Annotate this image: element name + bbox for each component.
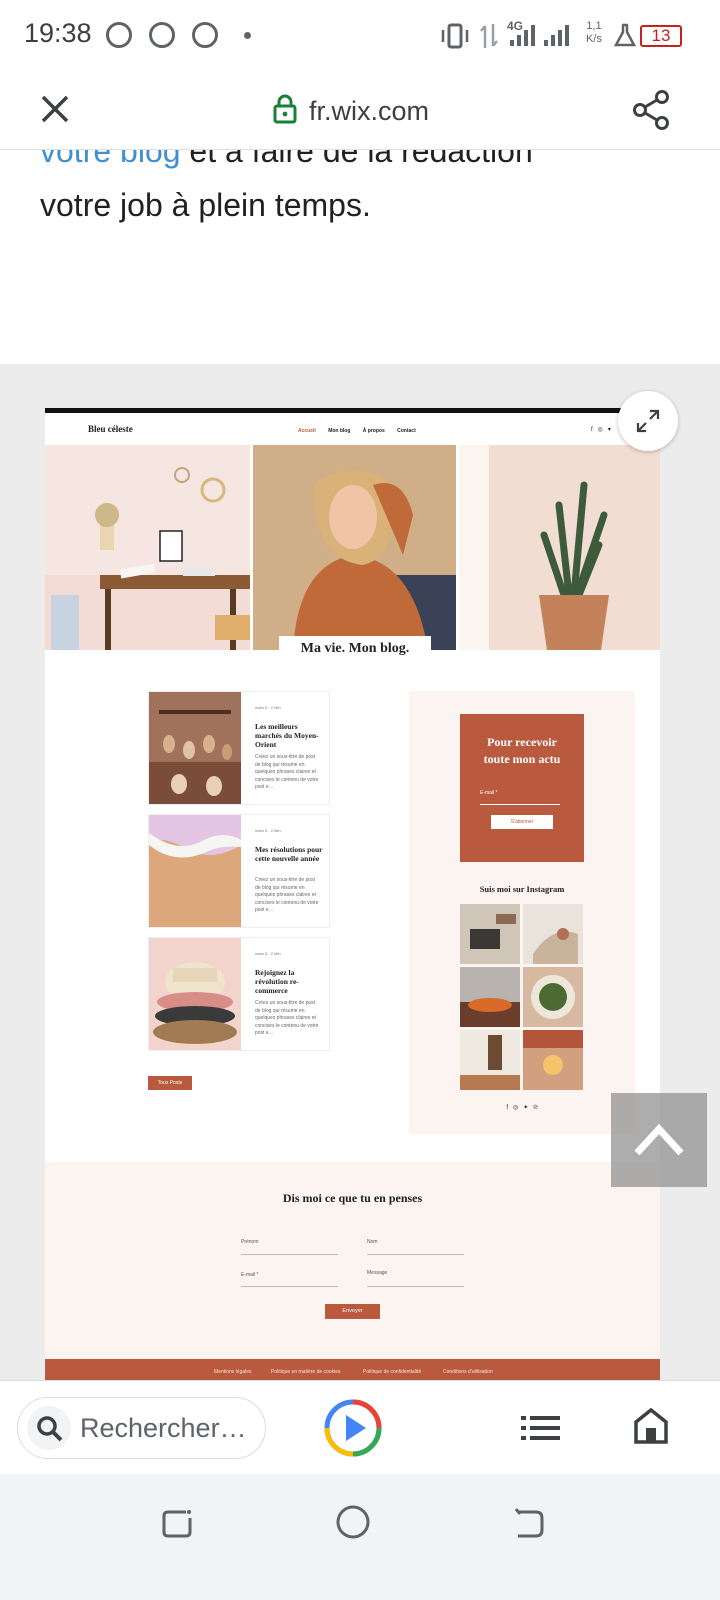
notification-app-icon bbox=[106, 22, 132, 48]
article-line-2: votre job à plein temps. bbox=[40, 187, 371, 223]
status-time: 19:38 bbox=[24, 18, 92, 48]
instagram-photo[interactable] bbox=[523, 904, 583, 964]
hero-photo-plant bbox=[459, 445, 660, 650]
post-thumbnail bbox=[149, 938, 241, 1050]
instagram-photo[interactable] bbox=[523, 1030, 583, 1090]
share-icon[interactable] bbox=[631, 89, 671, 131]
list-icon[interactable] bbox=[521, 1414, 561, 1442]
hero-photo-desk bbox=[45, 445, 250, 650]
status-bar: 19:38 4G 1,1 K/s 13 bbox=[0, 0, 720, 72]
home-nav-icon[interactable] bbox=[335, 1504, 371, 1540]
first-name-label: Prénom bbox=[241, 1239, 259, 1245]
browser-url-bar: fr.wix.com bbox=[0, 72, 720, 150]
expand-icon bbox=[636, 409, 660, 433]
site-nav-accueil[interactable]: Accueil bbox=[298, 428, 316, 434]
browser-bottom-bar: Rechercher… bbox=[0, 1380, 720, 1474]
post-thumbnail bbox=[149, 815, 241, 927]
footer-link-legal[interactable]: Mentions légales bbox=[214, 1369, 252, 1375]
blog-post-card[interactable]: mars 5 · 2 Min Mes résolutions pour cett… bbox=[148, 814, 330, 928]
notification-app-icon bbox=[192, 22, 218, 48]
subscribe-email-field[interactable] bbox=[480, 804, 560, 805]
site-nav-blog[interactable]: Mon blog bbox=[328, 428, 350, 434]
instagram-title: Suis moi sur Instagram bbox=[479, 884, 565, 894]
message-label: Message bbox=[367, 1270, 388, 1276]
site-nav-contact[interactable]: Contact bbox=[397, 428, 416, 434]
message-field[interactable] bbox=[367, 1286, 464, 1287]
close-icon[interactable] bbox=[40, 94, 70, 124]
post-thumbnail bbox=[149, 692, 241, 804]
search-icon bbox=[37, 1416, 63, 1442]
instagram-photo[interactable] bbox=[460, 1030, 520, 1090]
network-speed: 1,1 K/s bbox=[586, 20, 602, 45]
search-bar[interactable]: Rechercher… bbox=[17, 1397, 266, 1459]
site-brand[interactable]: Bleu céleste bbox=[88, 424, 133, 434]
instagram-photo[interactable] bbox=[460, 904, 520, 964]
last-name-field[interactable] bbox=[367, 1254, 464, 1255]
lock-icon bbox=[273, 94, 297, 124]
last-name-label: Nom bbox=[367, 1239, 378, 1245]
hero-caption: Ma vie. Mon blog. bbox=[279, 636, 431, 662]
system-navigation-bar bbox=[0, 1474, 720, 1600]
hero-photo-portrait bbox=[253, 445, 456, 650]
email-label: E-mail * bbox=[241, 1272, 259, 1278]
post-title[interactable]: Mes résolutions pour cette nouvelle anné… bbox=[255, 845, 325, 863]
url-domain[interactable]: fr.wix.com bbox=[309, 96, 429, 127]
email-field[interactable] bbox=[241, 1286, 338, 1287]
blog-post-card[interactable]: mars 5 · 2 Min Rejoignez la révolution r… bbox=[148, 937, 330, 1051]
search-placeholder: Rechercher… bbox=[80, 1413, 247, 1443]
sidebar-panel: Pour recevoir toute mon actu E-mail * S'… bbox=[409, 691, 635, 1134]
more-notifications-dot bbox=[244, 32, 251, 39]
post-title[interactable]: Rejoignez la révolution re-commerce bbox=[255, 968, 325, 995]
recent-apps-icon[interactable] bbox=[160, 1506, 194, 1540]
post-title[interactable]: Les meilleurs marchés du Moyen-Orient bbox=[255, 722, 325, 749]
contact-section: Dis moi ce que tu en penses Prénom Nom E… bbox=[45, 1162, 660, 1359]
site-nav-about[interactable]: À propos bbox=[363, 428, 385, 434]
post-excerpt: Créez un sous-titre de post de blog qui … bbox=[255, 1000, 319, 1036]
template-preview[interactable]: Bleu céleste Accueil Mon blog À propos C… bbox=[45, 408, 660, 1380]
footer-link-cookies[interactable]: Politique en matière de cookies bbox=[271, 1369, 341, 1375]
footer-link-privacy[interactable]: Politique de confidentialité bbox=[363, 1369, 421, 1375]
site-nav: Accueil Mon blog À propos Contact bbox=[298, 428, 416, 434]
expand-preview-button[interactable] bbox=[618, 391, 678, 451]
site-social-icons: f ◎ ▾ bbox=[591, 427, 611, 433]
instagram-photo[interactable] bbox=[460, 967, 520, 1027]
post-meta: mars 5 · 2 Min bbox=[255, 828, 281, 833]
subscribe-title: Pour recevoir toute mon actu bbox=[483, 735, 561, 766]
home-icon[interactable] bbox=[633, 1407, 669, 1445]
post-meta: mars 5 · 2 Min bbox=[255, 951, 281, 956]
scroll-to-top-button[interactable] bbox=[611, 1093, 707, 1187]
footer-link-terms[interactable]: Conditions d'utilisation bbox=[443, 1369, 493, 1375]
data-transfer-icon bbox=[480, 24, 498, 48]
vibrate-icon bbox=[441, 23, 469, 49]
post-meta: mars 5 · 2 Min bbox=[255, 705, 281, 710]
back-icon[interactable] bbox=[512, 1506, 546, 1540]
blog-post-card[interactable]: mars 5 · 2 Min Les meilleurs marchés du … bbox=[148, 691, 330, 805]
first-name-field[interactable] bbox=[241, 1254, 338, 1255]
instagram-photo[interactable] bbox=[523, 967, 583, 1027]
post-excerpt: Créez un sous-titre de post de blog qui … bbox=[255, 754, 319, 790]
battery-indicator: 13 bbox=[640, 25, 682, 47]
post-excerpt: Créez un sous-titre de post de blog qui … bbox=[255, 877, 319, 913]
sidebar-social-icons: f ◎ ✦ ℗ bbox=[506, 1105, 538, 1111]
play-icon[interactable] bbox=[323, 1398, 383, 1458]
lab-flask-icon bbox=[613, 23, 637, 47]
subscribe-box: Pour recevoir toute mon actu E-mail * S'… bbox=[460, 714, 584, 862]
all-posts-button[interactable]: Tous Posts bbox=[148, 1076, 192, 1090]
chevron-up-icon bbox=[634, 1123, 684, 1156]
signal-icon bbox=[506, 0, 576, 72]
site-footer bbox=[45, 1359, 660, 1380]
contact-title: Dis moi ce que tu en penses bbox=[282, 1191, 423, 1205]
send-button[interactable]: Envoyer bbox=[325, 1304, 380, 1319]
subscribe-email-label: E-mail * bbox=[480, 790, 498, 796]
facebook-icon bbox=[149, 22, 175, 48]
subscribe-button[interactable]: S'abonner bbox=[491, 815, 553, 829]
